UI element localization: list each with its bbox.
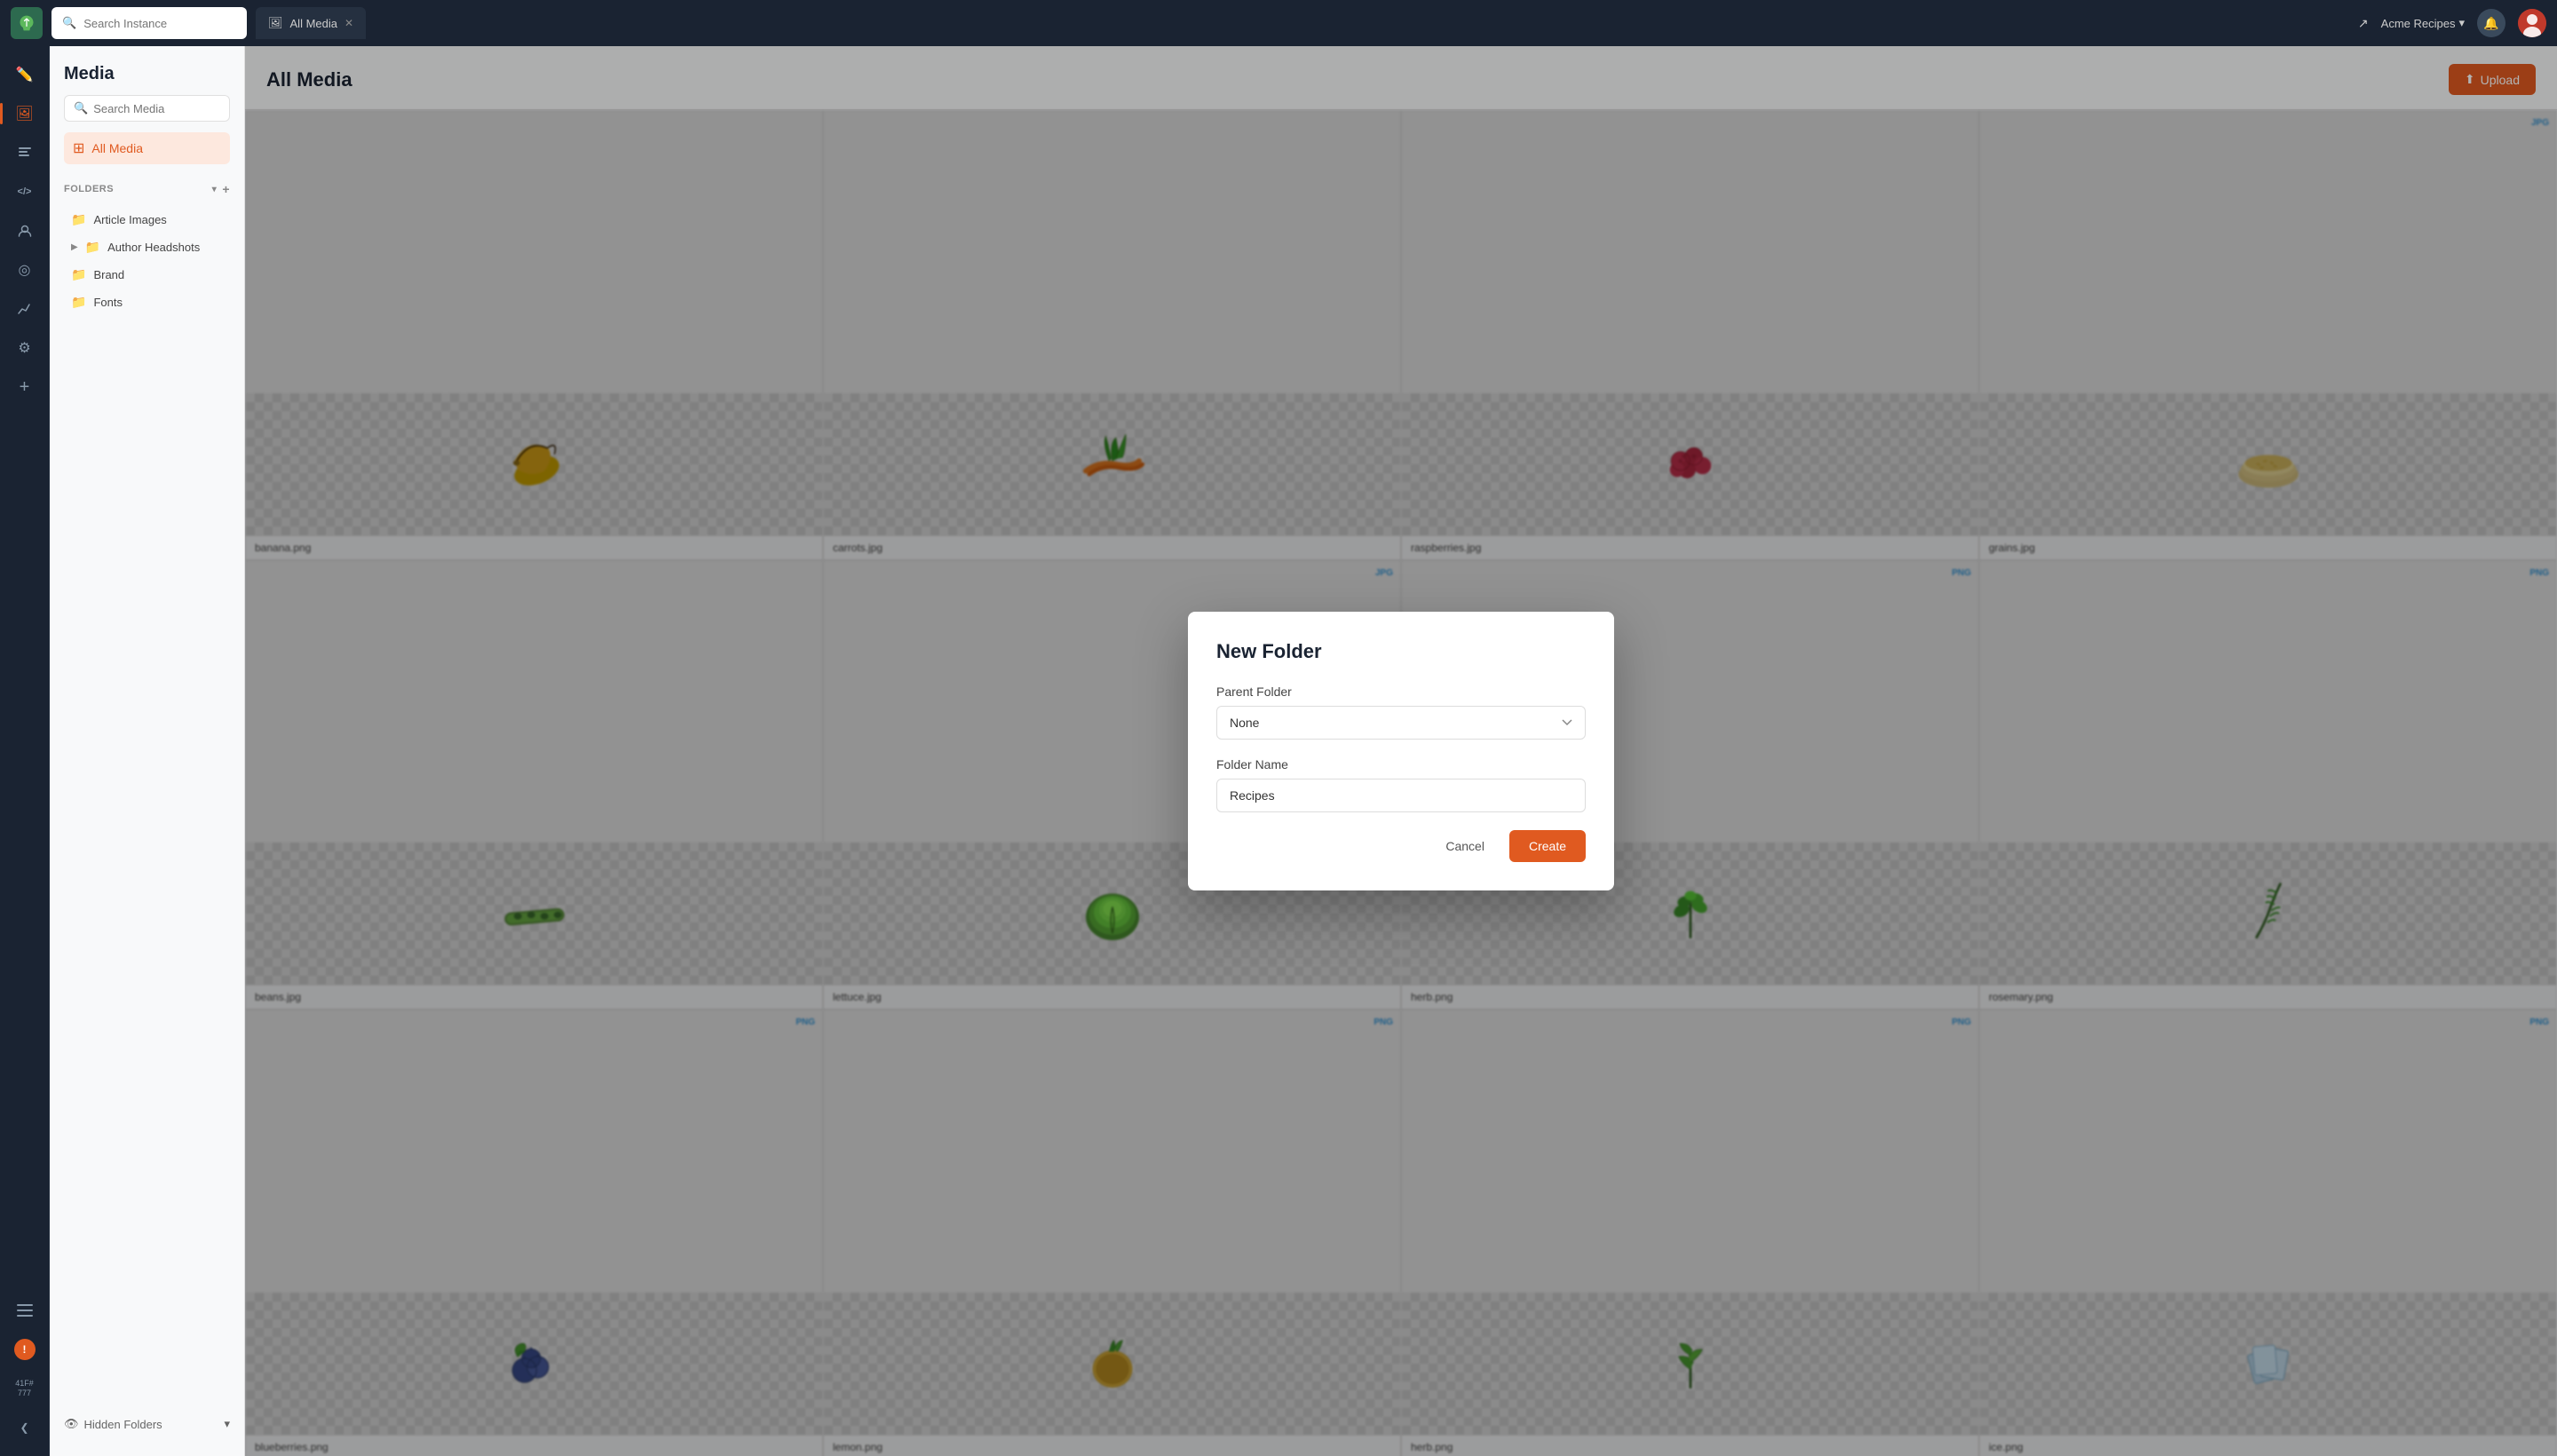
folders-header-label: FOLDERS <box>64 184 114 194</box>
parent-folder-group: Parent Folder None Article Images Author… <box>1216 684 1586 740</box>
sidebar-item-media[interactable]: 🖼 <box>7 96 43 131</box>
hidden-folders-label: Hidden Folders <box>84 1418 162 1431</box>
app-logo[interactable] <box>11 7 43 39</box>
search-media-wrapper[interactable]: 🔍 <box>64 95 230 122</box>
folder-icon: 📁 <box>71 295 86 310</box>
create-button[interactable]: Create <box>1509 830 1586 862</box>
hidden-folders-eye-icon: 👁 <box>64 1417 79 1431</box>
sidebar-item-code[interactable]: </> <box>7 174 43 210</box>
search-media-input[interactable] <box>93 102 220 115</box>
sidebar-bottom: ! 41F# 777 ❮ <box>7 1293 43 1445</box>
user-avatar[interactable] <box>2518 9 2546 37</box>
external-link-icon[interactable]: ↗ <box>2358 16 2369 31</box>
folder-name: Brand <box>93 268 124 281</box>
folder-icon: 📁 <box>71 267 86 282</box>
folder-icon: 📁 <box>71 212 86 227</box>
all-media-icon: ⊞ <box>73 139 84 157</box>
tab-image-icon: 🖼 <box>268 16 283 30</box>
modal-title: New Folder <box>1216 640 1586 663</box>
workspace-chevron: ▾ <box>2458 16 2465 30</box>
sidebar-code-label: 41F# 777 <box>7 1371 43 1406</box>
nav-right: ↗ Acme Recipes ▾ 🔔 <box>2358 9 2546 37</box>
search-instance-input[interactable] <box>83 17 236 30</box>
search-instance-wrapper: 🔍 <box>51 7 247 39</box>
tab-close-icon[interactable]: ✕ <box>344 17 353 29</box>
sidebar-item-users[interactable] <box>7 213 43 249</box>
all-media-tab[interactable]: 🖼 All Media ✕ <box>256 7 366 39</box>
modal-actions: Cancel Create <box>1216 830 1586 862</box>
folder-name: Article Images <box>93 213 166 226</box>
sidebar-item-target[interactable]: ◎ <box>7 252 43 288</box>
sidebar-collapse[interactable]: ❮ <box>7 1410 43 1445</box>
sidebar-item-settings[interactable]: ⚙ <box>7 330 43 366</box>
search-media-icon: 🔍 <box>74 101 88 115</box>
folder-icon: 📁 <box>85 240 100 255</box>
tab-label: All Media <box>290 17 337 30</box>
new-folder-modal: New Folder Parent Folder None Article Im… <box>1188 612 1614 890</box>
notification-badge-count: ! <box>14 1339 36 1360</box>
media-sidebar-title: Media <box>64 64 230 84</box>
sidebar-item-edit[interactable]: ✏️ <box>7 57 43 92</box>
media-sidebar: Media 🔍 ⊞ All Media FOLDERS ▾ + 📁 Articl… <box>50 46 245 1456</box>
all-media-button[interactable]: ⊞ All Media <box>64 132 230 164</box>
main-layout: ✏️ 🖼 </> ◎ ⚙ + ! 41F# 777 ❮ <box>0 46 2557 1456</box>
icon-sidebar: ✏️ 🖼 </> ◎ ⚙ + ! 41F# 777 ❮ <box>0 46 50 1456</box>
notifications-bell[interactable]: 🔔 <box>2477 9 2506 37</box>
all-media-label: All Media <box>91 141 143 155</box>
folder-item-brand[interactable]: 📁 Brand <box>64 262 230 288</box>
folders-header: FOLDERS ▾ + <box>64 182 230 196</box>
modal-overlay[interactable]: New Folder Parent Folder None Article Im… <box>245 46 2557 1456</box>
hidden-folders-chevron: ▾ <box>224 1417 230 1431</box>
folder-name: Author Headshots <box>107 241 200 254</box>
folders-add-icon[interactable]: + <box>222 182 230 196</box>
sidebar-item-content[interactable] <box>7 135 43 170</box>
main-content: All Media ⬆ Upload banana.p <box>245 46 2557 1456</box>
parent-folder-label: Parent Folder <box>1216 684 1586 699</box>
cancel-button[interactable]: Cancel <box>1431 830 1499 862</box>
folder-name-input[interactable] <box>1216 779 1586 812</box>
parent-folder-select[interactable]: None Article Images Author Headshots Bra… <box>1216 706 1586 740</box>
sidebar-item-add[interactable]: + <box>7 369 43 405</box>
folder-name-group: Folder Name <box>1216 757 1586 812</box>
folder-list: 📁 Article Images ▶ 📁 Author Headshots 📁 … <box>64 207 230 315</box>
folder-expand-chevron[interactable]: ▶ <box>71 242 78 252</box>
sidebar-item-analytics[interactable] <box>7 291 43 327</box>
sidebar-item-list-bottom[interactable] <box>7 1293 43 1328</box>
search-instance-icon: 🔍 <box>62 16 76 30</box>
folders-chevron[interactable]: ▾ <box>212 185 218 194</box>
folder-item-fonts[interactable]: 📁 Fonts <box>64 289 230 315</box>
folder-item-author-headshots[interactable]: ▶ 📁 Author Headshots <box>64 234 230 260</box>
folder-item-article-images[interactable]: 📁 Article Images <box>64 207 230 233</box>
folder-name: Fonts <box>93 296 123 309</box>
top-navigation: 🔍 🖼 All Media ✕ ↗ Acme Recipes ▾ 🔔 <box>0 0 2557 46</box>
workspace-label[interactable]: Acme Recipes ▾ <box>2381 16 2465 30</box>
folder-name-label: Folder Name <box>1216 757 1586 772</box>
sidebar-notification[interactable]: ! <box>7 1332 43 1367</box>
hidden-folders-row[interactable]: 👁 Hidden Folders ▾ <box>64 1410 230 1438</box>
